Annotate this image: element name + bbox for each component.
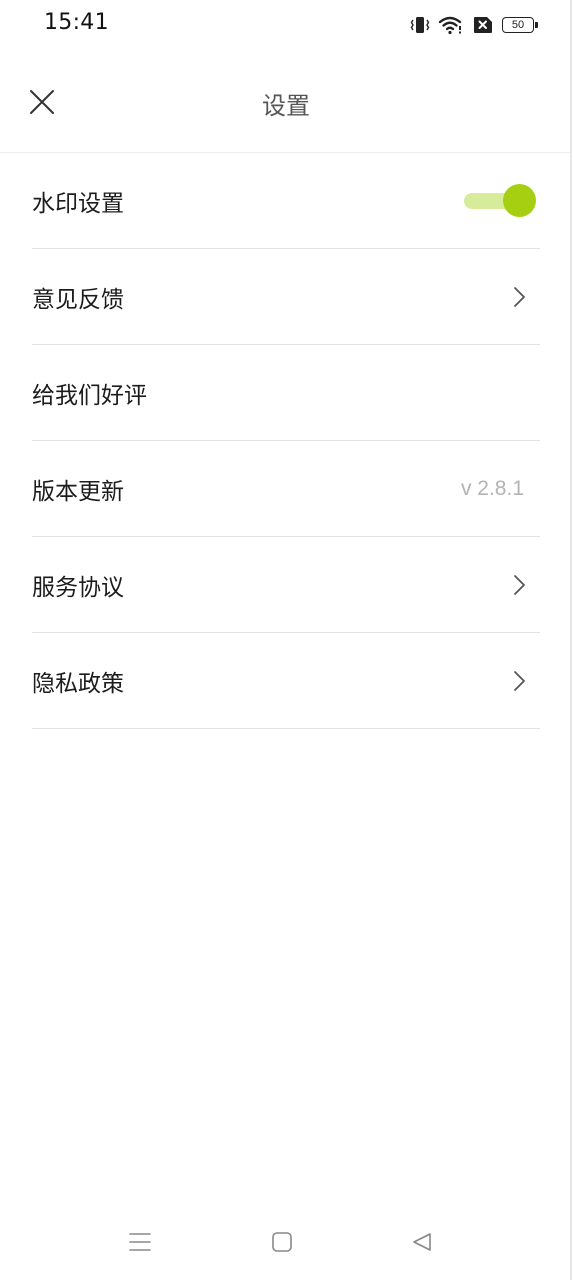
version-update-row[interactable]: 版本更新 v 2.8.1 xyxy=(32,441,540,537)
privacy-policy-label: 隐私政策 xyxy=(32,670,124,697)
status-time: 15:41 xyxy=(44,10,109,35)
back-icon xyxy=(413,1233,431,1251)
header: 设置 xyxy=(0,52,572,153)
settings-screen: 15:41 50 设置 水印设置 意见反馈 给我们好评 版本更新 v 2.8.1… xyxy=(0,0,572,1280)
status-bar: 15:41 50 xyxy=(0,0,572,52)
watermark-setting-row[interactable]: 水印设置 xyxy=(32,153,540,249)
home-button[interactable] xyxy=(262,1222,302,1262)
version-update-label: 版本更新 xyxy=(32,478,124,505)
back-button[interactable] xyxy=(402,1222,442,1262)
chevron-right-icon xyxy=(514,286,525,307)
chevron-right-icon xyxy=(514,670,525,691)
settings-list: 水印设置 意见反馈 给我们好评 版本更新 v 2.8.1 服务协议 隐私政策 xyxy=(32,153,540,729)
menu-icon xyxy=(129,1233,151,1251)
rate-us-row[interactable]: 给我们好评 xyxy=(32,345,540,441)
version-value: v 2.8.1 xyxy=(460,476,524,500)
service-agreement-label: 服务协议 xyxy=(32,574,124,601)
battery-icon: 50 xyxy=(502,17,538,33)
toggle-thumb xyxy=(503,183,536,217)
home-icon xyxy=(272,1232,292,1252)
rate-us-label: 给我们好评 xyxy=(32,382,147,409)
battery-level: 50 xyxy=(511,19,525,31)
watermark-setting-label: 水印设置 xyxy=(32,190,124,217)
wifi-icon xyxy=(438,15,464,35)
service-agreement-row[interactable]: 服务协议 xyxy=(32,537,540,633)
menu-button[interactable] xyxy=(120,1222,160,1262)
navigation-bar xyxy=(0,1210,572,1280)
feedback-row[interactable]: 意见反馈 xyxy=(32,249,540,345)
privacy-policy-row[interactable]: 隐私政策 xyxy=(32,633,540,729)
status-icons: 50 xyxy=(410,12,538,38)
watermark-toggle[interactable] xyxy=(464,183,536,218)
vibrate-icon xyxy=(410,15,430,35)
page-title: 设置 xyxy=(262,92,310,120)
no-sim-icon xyxy=(472,16,494,34)
chevron-right-icon xyxy=(514,574,525,595)
feedback-label: 意见反馈 xyxy=(32,286,124,313)
